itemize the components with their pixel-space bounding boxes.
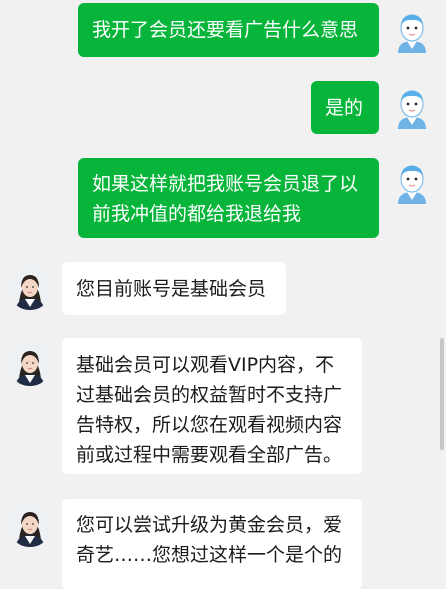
user-avatar-icon[interactable] [395, 9, 429, 53]
agent-avatar[interactable] [8, 342, 52, 386]
user-message-bubble[interactable]: 是的 [311, 81, 379, 134]
user-avatar-icon[interactable] [395, 85, 429, 129]
user-message-bubble[interactable]: 我开了会员还要看广告什么意思 [78, 3, 379, 57]
agent-message-bubble[interactable]: 基础会员可以观看VIP内容，不过基础会员的权益暂时不支持广告特权，所以您在观看视… [62, 338, 362, 474]
message-text: 您可以尝试升级为黄金会员，爱奇艺……您想过这样一个是个的 [76, 514, 343, 566]
message-text: 是的 [325, 97, 364, 119]
user-message-bubble[interactable]: 如果这样就把我账号会员退了以前我冲值的都给我退给我 [78, 158, 379, 238]
agent-message-bubble[interactable]: 您目前账号是基础会员 [62, 262, 286, 315]
chat-scrollbar[interactable] [440, 338, 444, 450]
message-text: 如果这样就把我账号会员退了以前我冲值的都给我退给我 [92, 173, 359, 225]
agent-avatar[interactable] [8, 503, 52, 547]
message-text: 您目前账号是基础会员 [76, 278, 267, 300]
user-avatar-icon[interactable] [395, 160, 429, 204]
agent-message-bubble[interactable]: 您可以尝试升级为黄金会员，爱奇艺……您想过这样一个是个的 [62, 499, 362, 589]
agent-avatar[interactable] [8, 266, 52, 310]
message-text: 基础会员可以观看VIP内容，不过基础会员的权益暂时不支持广告特权，所以您在观看视… [76, 354, 343, 466]
message-text: 我开了会员还要看广告什么意思 [92, 19, 359, 41]
